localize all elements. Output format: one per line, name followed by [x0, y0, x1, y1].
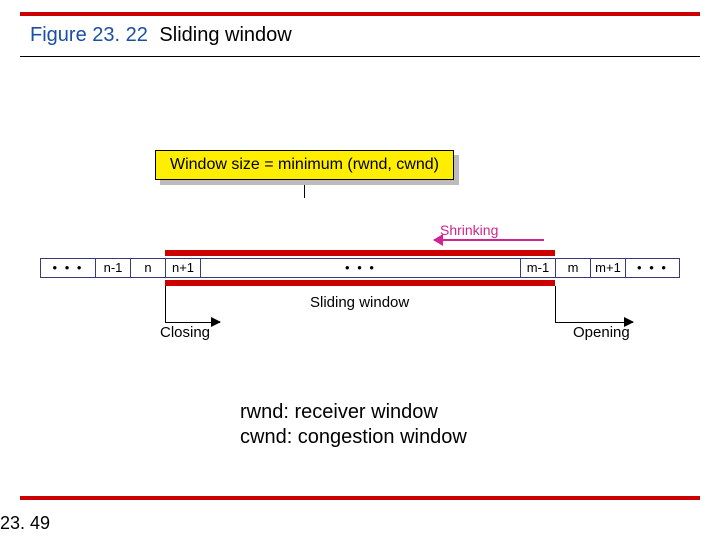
cell-n-plus-1: n+1 — [165, 258, 200, 278]
closing-label: Closing — [160, 324, 210, 341]
closing-arrow-icon — [165, 322, 220, 323]
formula-box: Window size = minimum (rwnd, cwnd) — [155, 150, 454, 180]
cell-n-minus-1: n-1 — [95, 258, 130, 278]
window-bottom-bar — [165, 280, 555, 286]
formula-block: Window size = minimum (rwnd, cwnd) — [155, 150, 454, 198]
title-underline — [20, 56, 700, 57]
page-number: 23. 49 — [0, 513, 50, 534]
shrinking-arrow-icon — [434, 239, 544, 241]
cell-m-minus-1: m-1 — [520, 258, 555, 278]
cwnd-definition: cwnd: congestion window — [240, 425, 467, 450]
cell-ellipsis-mid: • • • — [200, 258, 520, 278]
cell-ellipsis-left: • • • — [40, 258, 95, 278]
cell-ellipsis-right: • • • — [625, 258, 680, 278]
figure-number: Figure 23. 22 — [30, 24, 148, 46]
opening-arrow-icon — [555, 322, 633, 323]
cell-m-plus-1: m+1 — [590, 258, 625, 278]
figure-title: Figure 23. 22 Sliding window — [30, 24, 292, 47]
cell-n: n — [130, 258, 165, 278]
cell-m: m — [555, 258, 590, 278]
byte-sequence-row: • • • n-1 n n+1 • • • m-1 m m+1 • • • — [40, 258, 680, 278]
shrinking-label: Shrinking — [440, 222, 498, 238]
window-right-edge — [555, 286, 556, 322]
formula-shadow: Window size = minimum (rwnd, cwnd) — [155, 150, 454, 180]
opening-label: Opening — [573, 324, 630, 341]
sliding-window-label: Sliding window — [310, 294, 409, 311]
top-accent-rule — [20, 12, 700, 16]
window-left-edge — [165, 286, 166, 322]
rwnd-definition: rwnd: receiver window — [240, 400, 467, 425]
figure-caption: Sliding window — [159, 24, 291, 46]
window-top-bar — [165, 250, 555, 256]
bottom-accent-rule — [20, 496, 700, 500]
definitions-block: rwnd: receiver window cwnd: congestion w… — [240, 400, 467, 450]
